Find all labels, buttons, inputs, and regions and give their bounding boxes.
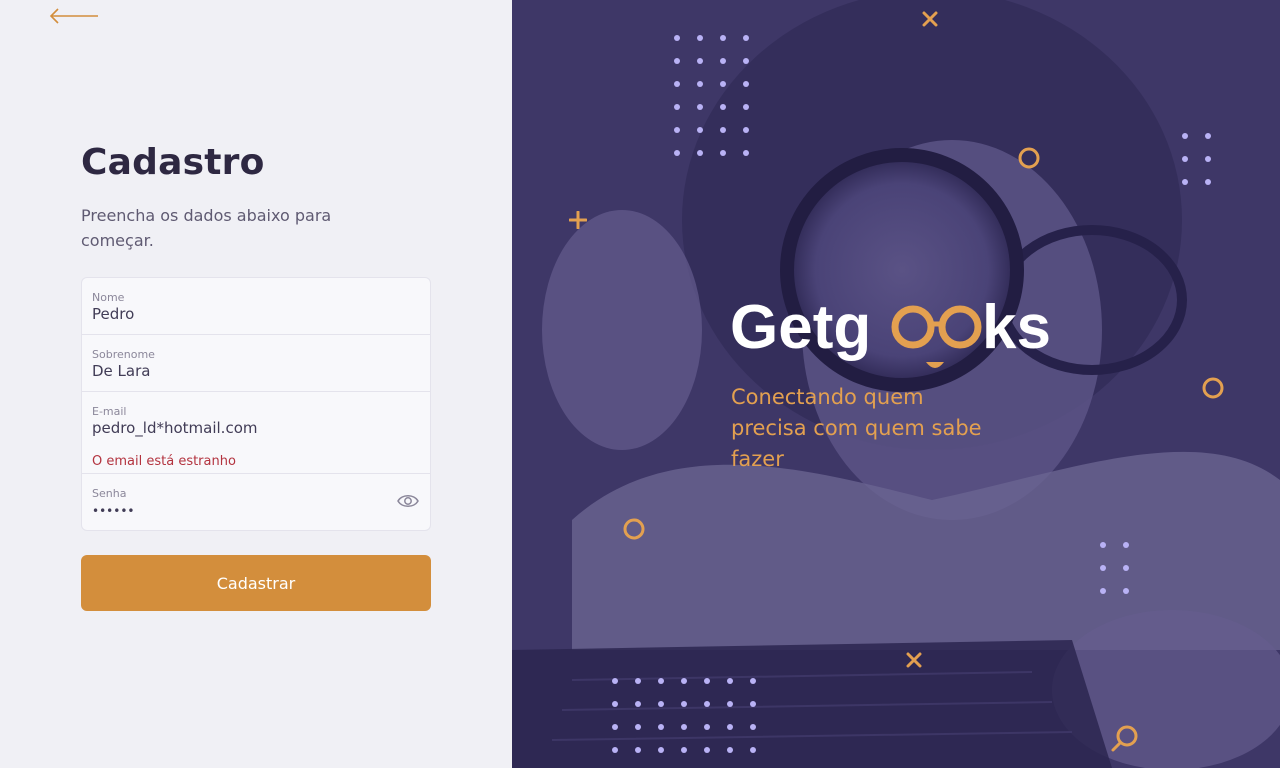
back-button[interactable] [48, 4, 102, 28]
first-name-field[interactable]: Nome [82, 278, 430, 335]
eye-icon [397, 495, 419, 507]
page-title: Cadastro [81, 142, 265, 183]
dot-grid-right [1182, 133, 1211, 185]
close-icon [906, 652, 922, 668]
svg-text:ks: ks [982, 293, 1051, 362]
password-input[interactable]: •••••• [92, 504, 382, 518]
page-subtitle: Preencha os dados abaixo para começar. [81, 206, 332, 250]
first-name-input[interactable] [92, 305, 382, 323]
password-label: Senha [92, 487, 127, 500]
hero-panel: Getg ks Conectando quem precisa com quem… [512, 0, 1280, 768]
signup-submit-button[interactable]: Cadastrar [81, 555, 431, 611]
dot-grid-top [674, 35, 749, 156]
dot-grid-lower [1100, 542, 1129, 594]
magnifier-icon [1111, 725, 1138, 752]
svg-text:Getg: Getg [730, 293, 871, 362]
logo-graphic: Getg ks [730, 293, 1051, 368]
circle-icon [1018, 147, 1040, 169]
signup-panel: Cadastro Preencha os dados abaixo para c… [0, 0, 512, 768]
last-name-field[interactable]: Sobrenome [82, 335, 430, 392]
email-input[interactable] [92, 419, 382, 437]
circle-icon [623, 518, 645, 540]
last-name-label: Sobrenome [92, 348, 155, 361]
last-name-input[interactable] [92, 362, 382, 380]
dot-grid-bottom [612, 678, 756, 753]
email-error-message: O email está estranho [92, 454, 236, 469]
getgeeks-logo: Getg ks [730, 290, 1070, 370]
first-name-label: Nome [92, 291, 125, 304]
email-label: E-mail [92, 405, 127, 418]
circle-icon [1202, 377, 1224, 399]
plus-icon [569, 211, 587, 229]
hero-tagline: Conectando quem precisa com quem sabe fa… [731, 385, 982, 471]
email-field[interactable]: E-mail O email está estranho [82, 392, 430, 474]
close-icon [922, 11, 938, 27]
signup-form: Nome Sobrenome E-mail O email está estra… [81, 277, 431, 531]
password-field[interactable]: Senha •••••• [82, 474, 430, 530]
show-password-button[interactable] [396, 492, 420, 510]
arrow-left-icon [49, 8, 98, 24]
